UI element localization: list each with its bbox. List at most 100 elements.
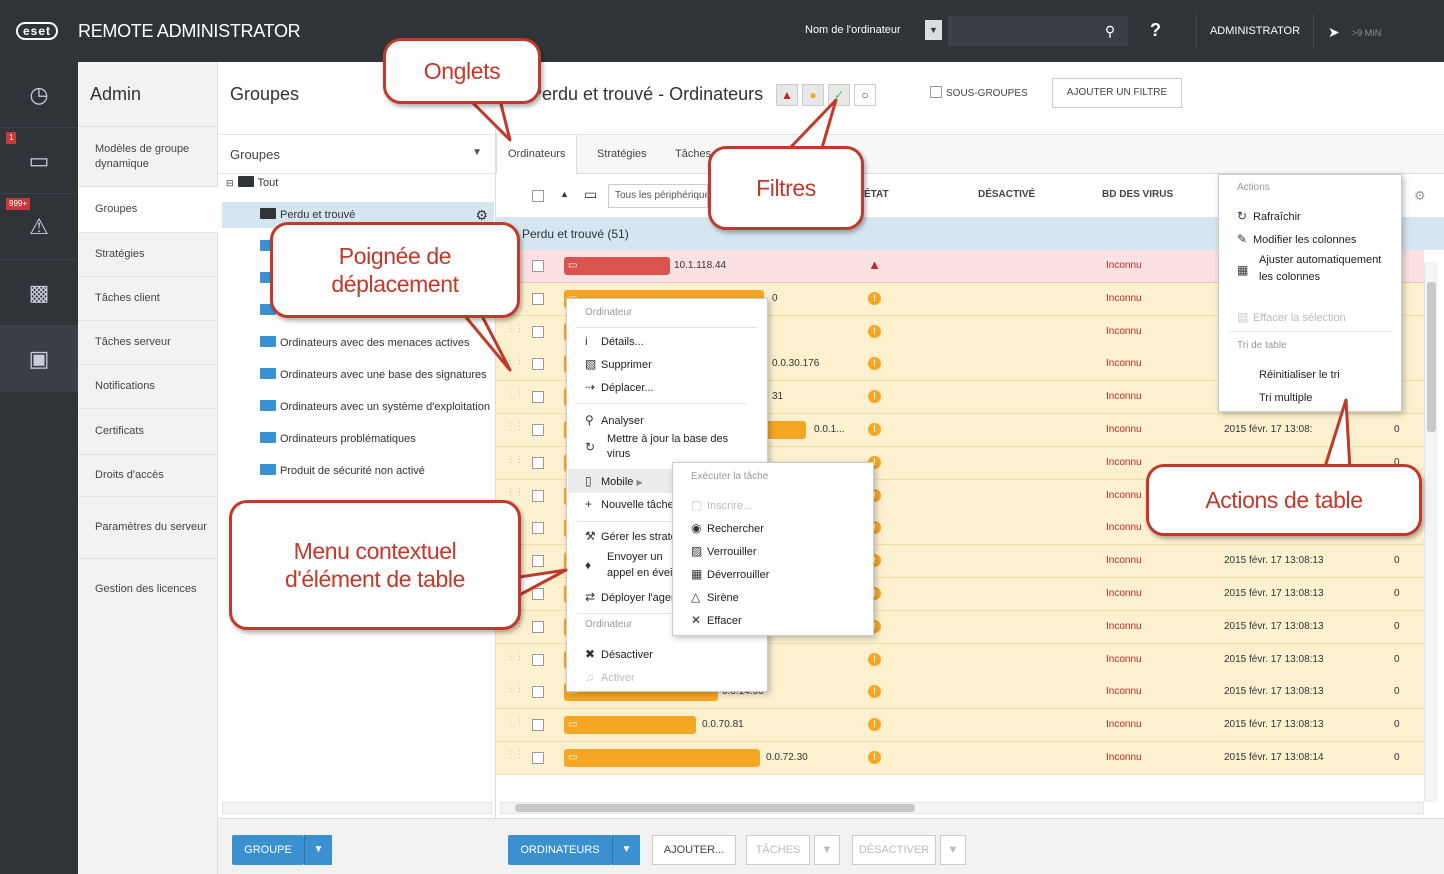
search-input[interactable] <box>948 16 1092 46</box>
admin-item-policies[interactable]: Stratégies <box>78 232 218 276</box>
computers-icon[interactable]: ▭ 1 <box>0 128 78 194</box>
row-checkbox[interactable] <box>532 752 544 764</box>
admin-item-notifications[interactable]: Notifications <box>78 364 218 408</box>
chevron-down-icon[interactable]: ▼ <box>472 147 482 158</box>
column-virus-db[interactable]: BD DES VIRUS <box>1102 189 1173 200</box>
collapse-icon[interactable]: ⊟ <box>226 178 234 188</box>
tasks-dropdown-button[interactable]: ▼ <box>814 835 840 865</box>
admin-item-licenses[interactable]: Gestion des licences <box>78 558 218 620</box>
submenu-wipe[interactable]: ✕ Effacer <box>691 612 742 629</box>
groups-header[interactable]: Groupes ▼ <box>218 134 496 174</box>
row-checkbox[interactable] <box>532 686 544 699</box>
menu-scan[interactable]: ⚲ Analyser <box>585 412 644 429</box>
reports-icon[interactable]: ▩ <box>0 260 78 326</box>
row-checkbox[interactable] <box>532 325 544 338</box>
computers-dropdown-button[interactable]: ▼ <box>612 835 640 865</box>
groups-scrollbar[interactable] <box>222 802 492 814</box>
action-clear-selection[interactable]: ▧ Effacer la sélection <box>1237 309 1346 326</box>
threats-icon[interactable]: ⚠ 999+ <box>0 194 78 260</box>
dashboard-icon[interactable]: ◷ <box>0 62 78 128</box>
deactivate-button[interactable]: DÉSACTIVER <box>852 835 936 865</box>
computer-name[interactable]: ▭ <box>564 257 670 275</box>
drag-handle-icon[interactable]: ⋮⋮ <box>506 356 524 370</box>
tree-item-signatures[interactable]: Ordinateurs avec une base des signatures <box>260 362 496 388</box>
search-icon[interactable]: ⚲ <box>1092 16 1128 46</box>
menu-mobile[interactable]: ▯ Mobile ▶ <box>585 473 643 491</box>
row-checkbox[interactable] <box>532 424 544 436</box>
row-checkbox[interactable] <box>532 620 544 633</box>
submenu-lock[interactable]: ▨ Verrouiller <box>691 543 757 560</box>
admin-item-access-rights[interactable]: Droits d'accès <box>78 454 218 496</box>
drag-handle-icon[interactable]: ⋮⋮ <box>506 684 524 698</box>
row-checkbox[interactable] <box>532 653 544 666</box>
computer-name[interactable]: ▭ <box>564 716 696 735</box>
table-horizontal-scrollbar[interactable] <box>500 802 1424 814</box>
menu-move[interactable]: ⇢ Déplacer... <box>585 379 654 396</box>
submenu-siren[interactable]: △ Sirène <box>691 589 739 606</box>
group-dropdown-button[interactable]: ▼ <box>304 835 332 865</box>
group-button[interactable]: GROUPE <box>232 835 304 865</box>
subgroups-checkbox[interactable]: SOUS-GROUPES <box>930 86 1028 99</box>
menu-details[interactable]: i Détails... <box>585 333 644 350</box>
row-checkbox[interactable] <box>532 358 544 371</box>
menu-new-task[interactable]: + Nouvelle tâche <box>585 496 674 513</box>
table-gear-icon[interactable]: ⚙ <box>1414 188 1426 204</box>
row-checkbox[interactable] <box>532 555 544 568</box>
filter-warning-icon[interactable]: ● <box>802 84 824 106</box>
action-refresh[interactable]: ↻ Rafraîchir <box>1237 208 1301 225</box>
add-button[interactable]: AJOUTER... <box>652 835 736 865</box>
row-checkbox[interactable] <box>532 522 544 535</box>
filter-error-icon[interactable]: ▲ <box>776 84 798 106</box>
action-edit-columns[interactable]: ✎ Modifier les colonnes <box>1237 231 1356 248</box>
admin-item-server-tasks[interactable]: Tâches serveur <box>78 320 218 364</box>
filter-other-icon[interactable]: ○ <box>854 84 876 106</box>
user-menu[interactable]: ADMINISTRATOR <box>1196 14 1314 48</box>
table-row[interactable]: ⋮⋮ ▭ 0.0.72.30! Inconnu 2015 févr. 17 13:08:… <box>496 742 1424 775</box>
submenu-enroll[interactable]: ▢ Inscrire... <box>691 497 752 514</box>
drag-handle-icon[interactable]: ⋮⋮ <box>506 323 524 338</box>
menu-update-db[interactable]: ↻ Mettre à jour la base des virus <box>585 432 735 462</box>
drag-handle-icon[interactable]: ⋮⋮ <box>506 422 524 436</box>
scrollbar-thumb[interactable] <box>1427 282 1436 432</box>
admin-item-server-settings[interactable]: Paramètres du serveur <box>78 496 218 558</box>
admin-item-certificates[interactable]: Certificats <box>78 408 218 454</box>
drag-handle-icon[interactable]: ⋮⋮ <box>506 454 524 469</box>
drag-handle-icon[interactable]: ⋮⋮ <box>506 750 524 764</box>
row-checkbox[interactable] <box>532 292 544 305</box>
drag-handle-icon[interactable]: ⋮⋮ <box>506 717 524 731</box>
tab-policies[interactable]: Stratégies <box>586 135 658 174</box>
select-all-checkbox[interactable] <box>532 190 544 202</box>
admin-item-groups[interactable]: Groupes <box>78 186 218 232</box>
tree-item-problematic[interactable]: Ordinateurs problématiques <box>260 426 416 452</box>
tree-item-threats[interactable]: Ordinateurs avec des menaces actives <box>260 330 496 356</box>
menu-deploy-agent[interactable]: ⇄ Déployer l'agent <box>585 589 680 606</box>
search-type-dropdown[interactable]: ▼ <box>925 20 942 40</box>
row-checkbox[interactable] <box>532 260 544 272</box>
drag-handle-icon[interactable]: ⋮⋮ <box>506 389 524 403</box>
search-type-label[interactable]: Nom de l'ordinateur <box>805 24 901 36</box>
device-filter[interactable]: Tous les périphériques <box>608 184 708 208</box>
scrollbar-thumb[interactable] <box>515 804 915 812</box>
tree-item-os[interactable]: Ordinateurs avec un système d'exploitati… <box>260 394 496 420</box>
row-checkbox[interactable] <box>532 391 544 404</box>
help-button[interactable]: ? <box>1150 20 1161 41</box>
computer-name[interactable]: ▭ <box>564 749 760 767</box>
action-reset-sort[interactable]: Réinitialiser le tri <box>1259 367 1340 383</box>
tree-item-all[interactable]: ⊟ Tout <box>226 170 278 196</box>
menu-activate[interactable]: ♫ Activer <box>585 669 635 686</box>
column-disabled[interactable]: DÉSACTIVÉ <box>978 189 1035 200</box>
admin-item-dynamic-groups[interactable]: Modèles de groupe dynamique <box>78 126 218 186</box>
row-checkbox[interactable] <box>532 719 544 732</box>
column-status[interactable]: ÉTAT <box>864 189 889 200</box>
logout-icon[interactable]: ➤ <box>1328 24 1340 41</box>
menu-deactivate[interactable]: ✖ Désactiver <box>585 646 653 663</box>
tree-item-not-activated[interactable]: Produit de sécurité non activé <box>260 458 425 484</box>
row-checkbox[interactable] <box>532 489 544 502</box>
admin-icon[interactable]: ▣ <box>0 326 78 392</box>
submenu-find[interactable]: ◉ Rechercher <box>691 520 764 537</box>
tab-computers[interactable]: Ordinateurs <box>496 135 578 175</box>
menu-delete[interactable]: ▧ Supprimer <box>585 356 652 373</box>
tasks-button[interactable]: TÂCHES <box>746 835 810 865</box>
computers-button[interactable]: ORDINATEURS <box>508 835 612 865</box>
action-autofit[interactable]: ▦ Ajuster automatiquement les colonnes <box>1237 252 1387 286</box>
